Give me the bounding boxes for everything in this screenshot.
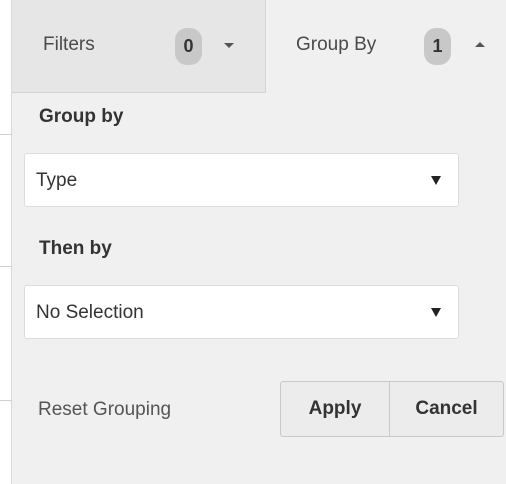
then-by-heading: Then by bbox=[39, 238, 112, 259]
edge-tick bbox=[0, 134, 12, 135]
group-by-panel: Filters 0 Group By 1 Group by Type Then … bbox=[0, 0, 506, 484]
chevron-down-icon bbox=[224, 43, 234, 48]
tab-group-by-label: Group By bbox=[296, 34, 377, 55]
group-by-select-value: Type bbox=[36, 170, 78, 191]
group-by-heading: Group by bbox=[39, 106, 124, 127]
chevron-up-icon bbox=[475, 42, 485, 47]
apply-button[interactable]: Apply bbox=[280, 381, 390, 437]
reset-grouping-link[interactable]: Reset Grouping bbox=[38, 399, 171, 421]
tab-filters-label: Filters bbox=[43, 34, 95, 55]
dropdown-arrow-icon bbox=[431, 308, 441, 317]
edge-tick bbox=[0, 266, 12, 267]
filters-count-badge: 0 bbox=[175, 28, 202, 65]
edge-tick bbox=[0, 400, 12, 401]
tab-filters[interactable]: Filters 0 bbox=[12, 0, 266, 93]
tab-group-by[interactable]: Group By 1 bbox=[266, 0, 506, 93]
tab-bar: Filters 0 Group By 1 bbox=[12, 0, 506, 93]
then-by-select[interactable]: No Selection bbox=[24, 285, 459, 339]
group-by-select[interactable]: Type bbox=[24, 153, 459, 207]
cancel-button[interactable]: Cancel bbox=[389, 381, 504, 437]
dropdown-arrow-icon bbox=[431, 176, 441, 185]
group-by-count-badge: 1 bbox=[424, 28, 451, 65]
then-by-select-value: No Selection bbox=[36, 302, 144, 323]
left-edge-divider bbox=[0, 0, 12, 484]
